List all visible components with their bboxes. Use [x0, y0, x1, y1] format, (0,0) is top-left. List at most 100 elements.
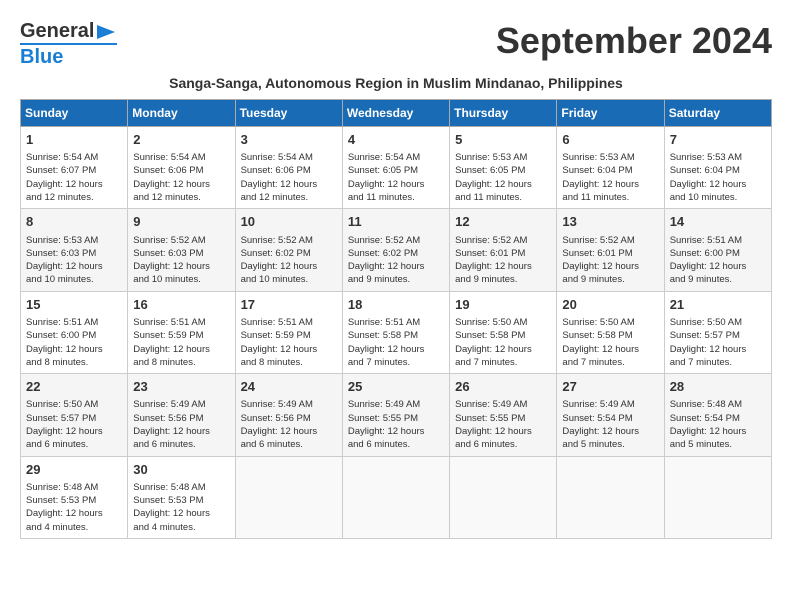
cell-info: Sunrise: 5:53 AM — [670, 151, 766, 164]
day-number: 14 — [670, 213, 766, 231]
cell-info: Sunset: 6:04 PM — [562, 164, 658, 177]
cell-info: and 8 minutes. — [133, 356, 229, 369]
cell-info: Sunset: 6:02 PM — [241, 247, 337, 260]
cell-info: Sunrise: 5:48 AM — [26, 481, 122, 494]
cell-info: Daylight: 12 hours — [26, 507, 122, 520]
cell-info: Daylight: 12 hours — [348, 260, 444, 273]
day-number: 28 — [670, 378, 766, 396]
cell-info: and 10 minutes. — [26, 273, 122, 286]
cell-info: Daylight: 12 hours — [670, 343, 766, 356]
cell-info: Sunset: 5:59 PM — [133, 329, 229, 342]
cell-info: Sunrise: 5:48 AM — [133, 481, 229, 494]
cell-info: and 8 minutes. — [26, 356, 122, 369]
cell-info: Sunrise: 5:49 AM — [455, 398, 551, 411]
calendar-cell: 22Sunrise: 5:50 AMSunset: 5:57 PMDayligh… — [21, 374, 128, 456]
calendar-cell: 6Sunrise: 5:53 AMSunset: 6:04 PMDaylight… — [557, 127, 664, 209]
day-number: 18 — [348, 296, 444, 314]
cell-info: Sunset: 5:54 PM — [670, 412, 766, 425]
cell-info: and 8 minutes. — [241, 356, 337, 369]
calendar-cell: 29Sunrise: 5:48 AMSunset: 5:53 PMDayligh… — [21, 456, 128, 538]
page-header: General Blue September 2024 — [20, 20, 772, 69]
calendar-cell: 16Sunrise: 5:51 AMSunset: 5:59 PMDayligh… — [128, 291, 235, 373]
cell-info: and 12 minutes. — [26, 191, 122, 204]
calendar-cell: 17Sunrise: 5:51 AMSunset: 5:59 PMDayligh… — [235, 291, 342, 373]
calendar-cell — [235, 456, 342, 538]
calendar-cell: 14Sunrise: 5:51 AMSunset: 6:00 PMDayligh… — [664, 209, 771, 291]
cell-info: and 5 minutes. — [670, 438, 766, 451]
calendar-cell — [557, 456, 664, 538]
day-number: 16 — [133, 296, 229, 314]
calendar-cell: 2Sunrise: 5:54 AMSunset: 6:06 PMDaylight… — [128, 127, 235, 209]
cell-info: and 10 minutes. — [241, 273, 337, 286]
cell-info: and 6 minutes. — [348, 438, 444, 451]
cell-info: and 12 minutes. — [241, 191, 337, 204]
day-number: 11 — [348, 213, 444, 231]
day-number: 26 — [455, 378, 551, 396]
cell-info: and 7 minutes. — [455, 356, 551, 369]
cell-info: Daylight: 12 hours — [455, 260, 551, 273]
calendar-cell: 30Sunrise: 5:48 AMSunset: 5:53 PMDayligh… — [128, 456, 235, 538]
cell-info: Sunset: 6:04 PM — [670, 164, 766, 177]
day-number: 15 — [26, 296, 122, 314]
col-header-thursday: Thursday — [450, 100, 557, 127]
cell-info: Sunrise: 5:54 AM — [348, 151, 444, 164]
cell-info: Sunrise: 5:49 AM — [241, 398, 337, 411]
day-number: 20 — [562, 296, 658, 314]
cell-info: Sunset: 5:58 PM — [455, 329, 551, 342]
cell-info: Daylight: 12 hours — [133, 425, 229, 438]
cell-info: Daylight: 12 hours — [455, 343, 551, 356]
cell-info: Sunrise: 5:53 AM — [562, 151, 658, 164]
cell-info: Sunrise: 5:54 AM — [26, 151, 122, 164]
cell-info: Daylight: 12 hours — [133, 178, 229, 191]
cell-info: Sunset: 6:02 PM — [348, 247, 444, 260]
day-number: 6 — [562, 131, 658, 149]
cell-info: Sunrise: 5:52 AM — [562, 234, 658, 247]
cell-info: Sunrise: 5:50 AM — [670, 316, 766, 329]
cell-info: and 12 minutes. — [133, 191, 229, 204]
cell-info: and 5 minutes. — [562, 438, 658, 451]
cell-info: Sunrise: 5:51 AM — [348, 316, 444, 329]
day-number: 19 — [455, 296, 551, 314]
cell-info: and 6 minutes. — [241, 438, 337, 451]
calendar-cell: 28Sunrise: 5:48 AMSunset: 5:54 PMDayligh… — [664, 374, 771, 456]
cell-info: Daylight: 12 hours — [133, 507, 229, 520]
cell-info: Sunset: 5:56 PM — [241, 412, 337, 425]
cell-info: Sunset: 5:57 PM — [26, 412, 122, 425]
cell-info: and 7 minutes. — [348, 356, 444, 369]
col-header-friday: Friday — [557, 100, 664, 127]
calendar-cell: 20Sunrise: 5:50 AMSunset: 5:58 PMDayligh… — [557, 291, 664, 373]
cell-info: Daylight: 12 hours — [133, 343, 229, 356]
cell-info: Sunrise: 5:50 AM — [26, 398, 122, 411]
day-number: 5 — [455, 131, 551, 149]
cell-info: Sunset: 6:01 PM — [562, 247, 658, 260]
cell-info: Sunset: 6:05 PM — [348, 164, 444, 177]
calendar-cell: 4Sunrise: 5:54 AMSunset: 6:05 PMDaylight… — [342, 127, 449, 209]
col-header-wednesday: Wednesday — [342, 100, 449, 127]
day-number: 24 — [241, 378, 337, 396]
cell-info: Sunrise: 5:53 AM — [455, 151, 551, 164]
col-header-monday: Monday — [128, 100, 235, 127]
cell-info: Sunset: 5:56 PM — [133, 412, 229, 425]
logo: General Blue — [20, 20, 117, 69]
cell-info: Sunrise: 5:50 AM — [455, 316, 551, 329]
cell-info: Daylight: 12 hours — [348, 425, 444, 438]
cell-info: Sunrise: 5:54 AM — [241, 151, 337, 164]
cell-info: Sunset: 6:01 PM — [455, 247, 551, 260]
calendar-cell: 11Sunrise: 5:52 AMSunset: 6:02 PMDayligh… — [342, 209, 449, 291]
cell-info: Sunrise: 5:53 AM — [26, 234, 122, 247]
cell-info: and 7 minutes. — [670, 356, 766, 369]
calendar-cell: 13Sunrise: 5:52 AMSunset: 6:01 PMDayligh… — [557, 209, 664, 291]
cell-info: Daylight: 12 hours — [241, 343, 337, 356]
cell-info: and 6 minutes. — [26, 438, 122, 451]
cell-info: Daylight: 12 hours — [455, 178, 551, 191]
cell-info: Daylight: 12 hours — [348, 343, 444, 356]
cell-info: and 4 minutes. — [26, 521, 122, 534]
calendar-cell: 24Sunrise: 5:49 AMSunset: 5:56 PMDayligh… — [235, 374, 342, 456]
calendar-cell — [342, 456, 449, 538]
cell-info: and 11 minutes. — [455, 191, 551, 204]
cell-info: Sunset: 6:07 PM — [26, 164, 122, 177]
calendar-week-3: 15Sunrise: 5:51 AMSunset: 6:00 PMDayligh… — [21, 291, 772, 373]
cell-info: Daylight: 12 hours — [241, 178, 337, 191]
cell-info: Sunrise: 5:52 AM — [133, 234, 229, 247]
calendar-week-1: 1Sunrise: 5:54 AMSunset: 6:07 PMDaylight… — [21, 127, 772, 209]
